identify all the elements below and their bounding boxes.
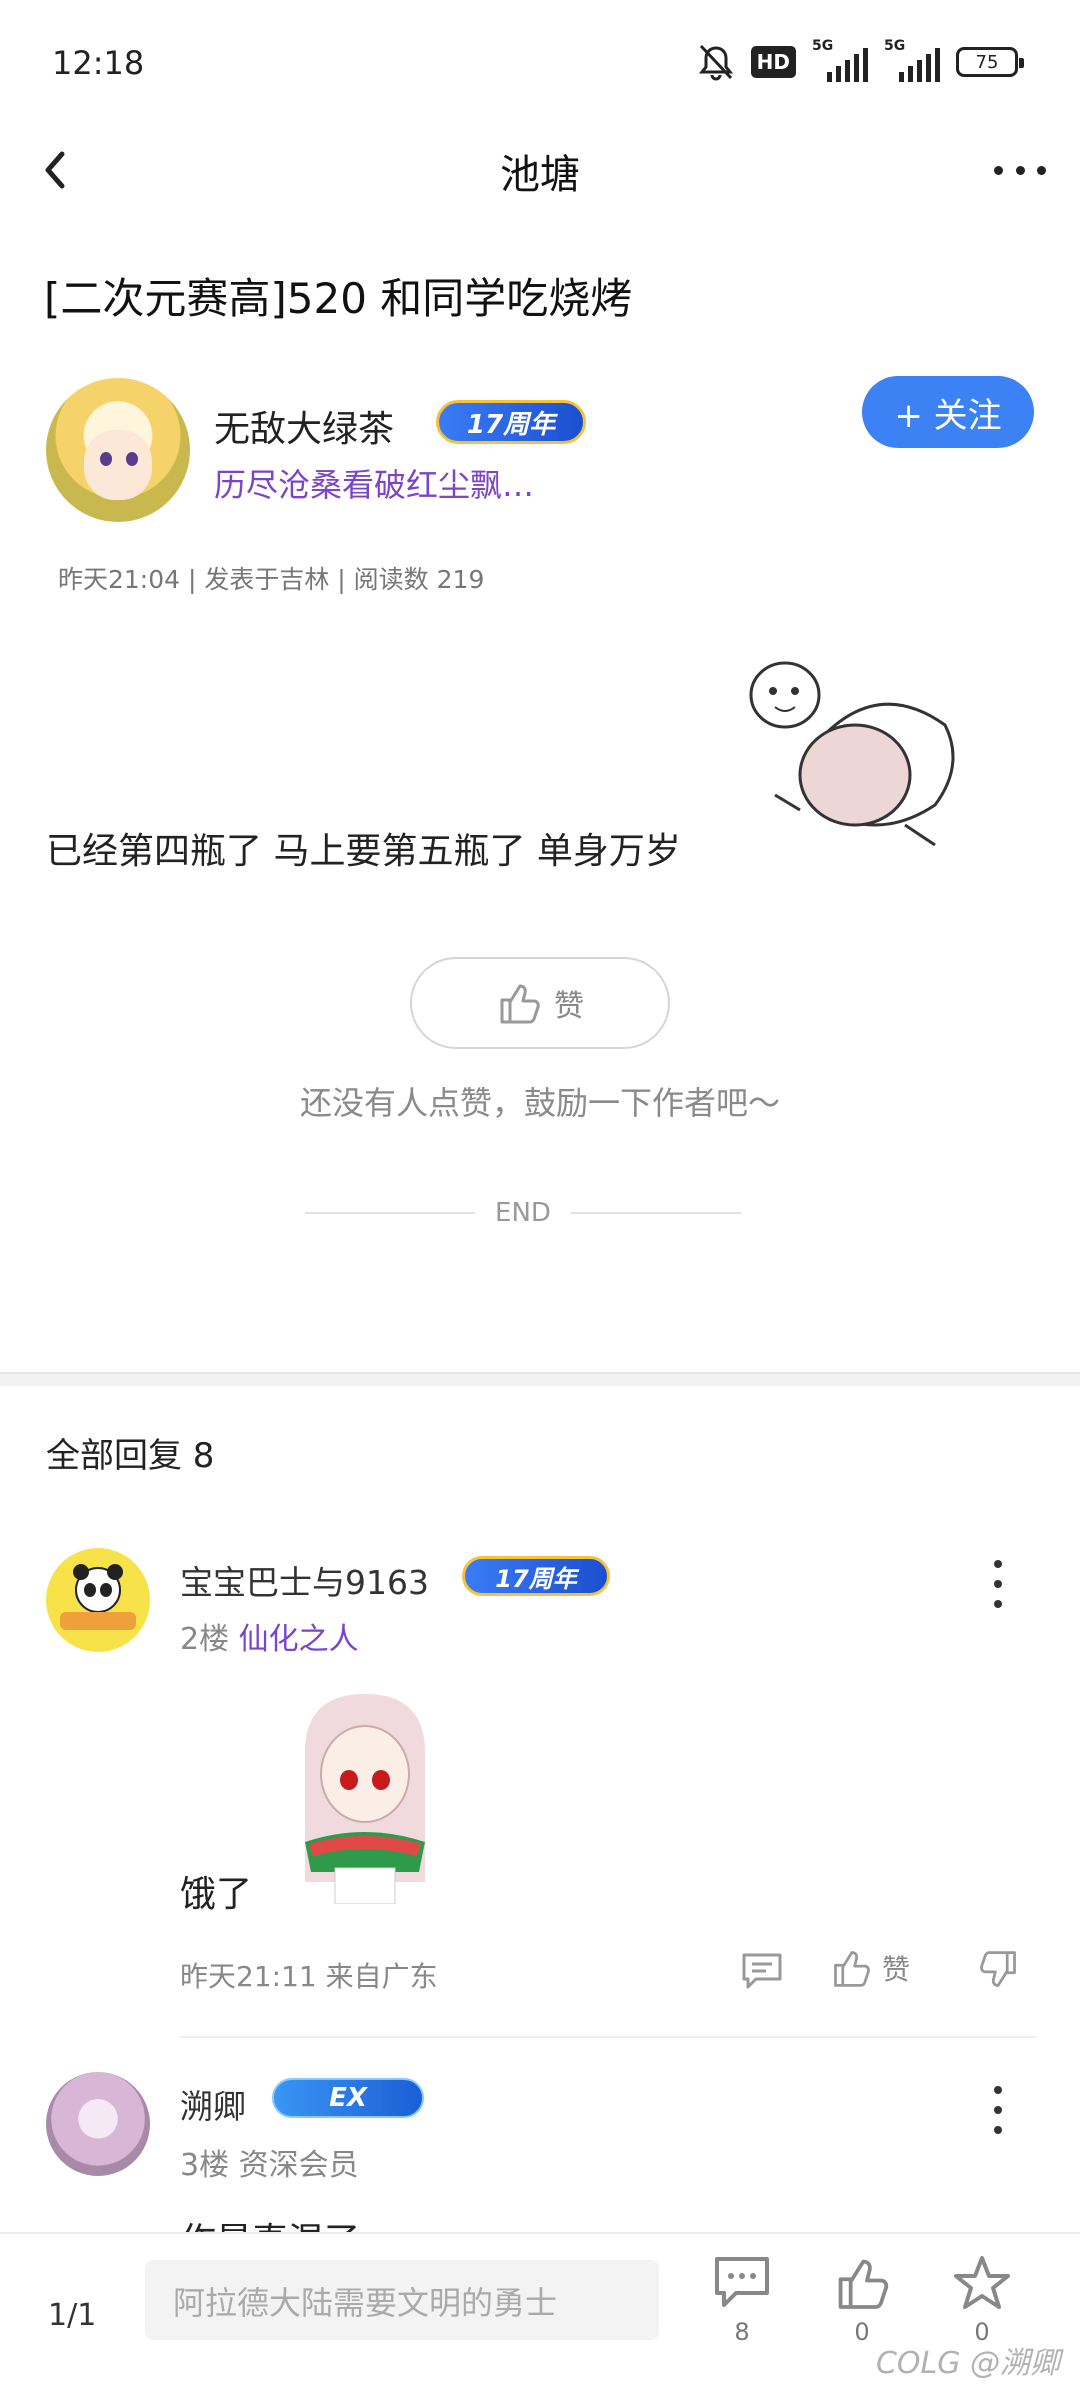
- reply-text: 饿了: [180, 1874, 253, 1915]
- like-label: 赞: [554, 989, 584, 1024]
- reply-actions: 赞: [740, 1945, 1030, 1997]
- thumbs-down-icon[interactable]: [978, 1949, 1020, 1991]
- panda-icon: [60, 1564, 136, 1630]
- mute-bell-icon: [698, 44, 733, 81]
- reply-author-name[interactable]: 溯卿: [180, 2080, 246, 2128]
- status-bar: 12:18 HD 5G 5G 75: [0, 0, 1080, 120]
- reply-floor: 3楼: [180, 2148, 230, 2183]
- thumbs-up-icon: [838, 2259, 889, 2309]
- follow-button[interactable]: + 关注: [862, 376, 1034, 448]
- reply-more-button[interactable]: [990, 2086, 1006, 2134]
- signal-icon-2: 5G: [884, 38, 940, 82]
- like-hint: 还没有人点赞，鼓励一下作者吧～: [299, 1084, 780, 1122]
- status-time: 12:18: [52, 44, 145, 82]
- ex-badge: EX: [272, 2078, 424, 2118]
- reply-divider: [180, 2036, 1036, 2038]
- anniversary-badge: 17周年: [436, 400, 586, 444]
- star-icon: [954, 2256, 1010, 2309]
- sticker-image: [749, 661, 955, 847]
- reply-avatar[interactable]: [46, 1548, 150, 1652]
- reply-author-name[interactable]: 宝宝巴士与9163: [180, 1556, 429, 1604]
- author-title: 历尽沧桑看破红尘飘…: [214, 466, 535, 504]
- like-button[interactable]: 赞: [410, 957, 670, 1049]
- reply-level: 仙化之人: [238, 1622, 359, 1657]
- reply-floor-level: 3楼 资深会员: [180, 2140, 359, 2184]
- sticker-image: [305, 1694, 425, 1904]
- comments-button[interactable]: 8: [702, 2254, 782, 2374]
- comment-icon[interactable]: [740, 1951, 784, 1991]
- section-divider: [0, 1372, 1080, 1386]
- page-indicator[interactable]: 1/1: [48, 2298, 96, 2333]
- battery-icon: 75: [956, 47, 1024, 77]
- author-name[interactable]: 无敌大绿茶: [214, 400, 394, 452]
- more-button[interactable]: [990, 142, 1050, 198]
- page-title: 池塘: [500, 152, 580, 198]
- post-body: 已经第四瓶了 马上要第五瓶了 单身万岁: [46, 831, 681, 872]
- end-marker: END: [305, 1198, 741, 1228]
- status-icons: HD 5G 5G 75: [697, 38, 1024, 82]
- reply-level: 资深会员: [238, 2148, 359, 2183]
- reply-input[interactable]: 阿拉德大陆需要文明的勇士: [145, 2260, 659, 2340]
- bottom-bar: 1/1 阿拉德大陆需要文明的勇士 8 0 0 COLG @溯卿: [0, 2232, 1080, 2400]
- more-vertical-icon: [994, 1560, 1002, 1568]
- post-meta: 昨天21:04 | 发表于吉林 | 阅读数 219: [58, 565, 485, 594]
- comment-icon: [715, 2257, 769, 2307]
- post-title: [二次元赛高]520 和同学吃烧烤: [44, 274, 633, 323]
- thumbs-up-icon: [500, 984, 540, 1024]
- reply-like-label: 赞: [882, 1953, 911, 1986]
- reply-floor: 2楼: [180, 1622, 230, 1657]
- signal-icon: 5G: [812, 38, 868, 82]
- reply-avatar[interactable]: [46, 2072, 150, 2176]
- nav-bar: 池塘: [0, 120, 1080, 220]
- hd-badge: HD: [750, 46, 796, 78]
- end-label: END: [495, 1198, 551, 1228]
- more-horizontal-icon: [994, 165, 1003, 175]
- anniversary-badge: 17周年: [462, 1556, 610, 1596]
- more-vertical-icon: [994, 2086, 1002, 2094]
- reply-more-button[interactable]: [990, 1560, 1006, 1608]
- thumbs-up-icon: [834, 1951, 870, 1987]
- author-avatar[interactable]: [46, 378, 190, 522]
- reply-like-button[interactable]: 赞: [830, 1947, 910, 1989]
- comments-count: 8: [734, 2318, 750, 2346]
- reply-floor-level: 2楼 仙化之人: [180, 1614, 359, 1658]
- watermark: COLG @溯卿: [875, 2346, 1060, 2381]
- reply-meta: 昨天21:11 来自广东: [180, 1960, 438, 1993]
- replies-header: 全部回复 8: [46, 1436, 215, 1476]
